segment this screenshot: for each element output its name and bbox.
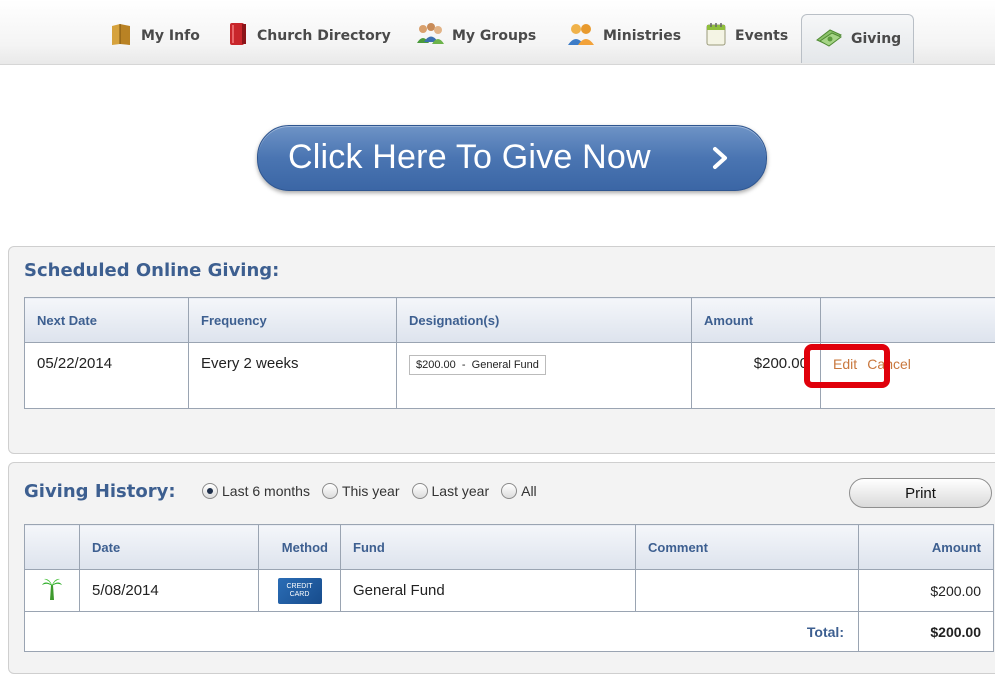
col-date: Date [80,525,259,570]
designation-cell: $200.00 - General Fund [397,343,692,409]
giving-history-title: Giving History: [24,481,176,502]
history-filter-group: Last 6 months This year Last year All [202,483,549,499]
designation-box: $200.00 - General Fund [409,355,546,375]
comment-cell [636,570,859,612]
scheduled-giving-title: Scheduled Online Giving: [24,260,279,281]
col-fund: Fund [341,525,636,570]
tab-label: Church Directory [257,28,391,44]
fund-cell: General Fund [341,570,636,612]
col-next-date: Next Date [25,298,189,343]
col-actions [821,298,995,343]
red-book-icon [226,21,250,51]
chevron-right-icon [710,146,730,166]
tab-my-info[interactable]: My Info [108,14,200,58]
giving-history-table: Date Method Fund Comment Amount 5/08/201… [24,524,994,652]
credit-card-icon: CREDIT CARD [278,578,322,604]
tab-my-groups[interactable]: My Groups [415,14,536,58]
col-method: Method [259,525,341,570]
filter-all[interactable]: All [501,483,537,499]
col-comment: Comment [636,525,859,570]
date-cell: 5/08/2014 [80,570,259,612]
tab-giving[interactable]: Giving [801,14,914,63]
palm-tree-icon [41,588,63,605]
group-people-icon [415,21,445,51]
give-now-label: Click Here To Give Now [288,138,651,177]
total-label: Total: [25,612,859,652]
radio-icon [412,483,428,499]
tab-label: My Groups [452,28,536,44]
tab-label: My Info [141,28,200,44]
card-badge-text: CREDIT CARD [286,583,312,598]
filter-label: This year [342,483,400,499]
frequency-cell: Every 2 weeks [189,343,397,409]
tab-label: Events [735,28,788,44]
amount-cell: $200.00 [692,343,821,409]
radio-icon [501,483,517,499]
top-nav: My Info Church Directory My Groups Minis… [0,0,995,65]
col-frequency: Frequency [189,298,397,343]
print-button[interactable]: Print [849,478,992,508]
filter-last-6-months[interactable]: Last 6 months [202,483,310,499]
money-icon [814,26,844,52]
filter-label: Last year [432,483,490,499]
col-icon [25,525,80,570]
col-amount: Amount [859,525,994,570]
filter-last-year[interactable]: Last year [412,483,490,499]
amount-cell: $200.00 [859,570,994,612]
tab-ministries[interactable]: Ministries [566,14,681,58]
highlight-annotation [804,344,890,388]
book-icon [108,21,134,51]
calendar-icon [704,21,728,51]
filter-label: Last 6 months [222,483,310,499]
col-designations: Designation(s) [397,298,692,343]
filter-this-year[interactable]: This year [322,483,400,499]
table-row: 5/08/2014 CREDIT CARD General Fund $200.… [25,570,994,612]
method-cell: CREDIT CARD [259,570,341,612]
people-pair-icon [566,21,596,51]
total-amount: $200.00 [859,612,994,652]
tab-events[interactable]: Events [704,14,788,58]
radio-icon [322,483,338,499]
row-icon-cell [25,570,80,612]
tab-church-directory[interactable]: Church Directory [226,14,391,58]
filter-label: All [521,483,537,499]
col-amount: Amount [692,298,821,343]
tab-label: Giving [851,31,901,47]
give-now-button[interactable]: Click Here To Give Now [257,125,767,191]
total-row: Total: $200.00 [25,612,994,652]
tab-label: Ministries [603,28,681,44]
next-date-cell: 05/22/2014 [25,343,189,409]
radio-selected-icon [202,483,218,499]
